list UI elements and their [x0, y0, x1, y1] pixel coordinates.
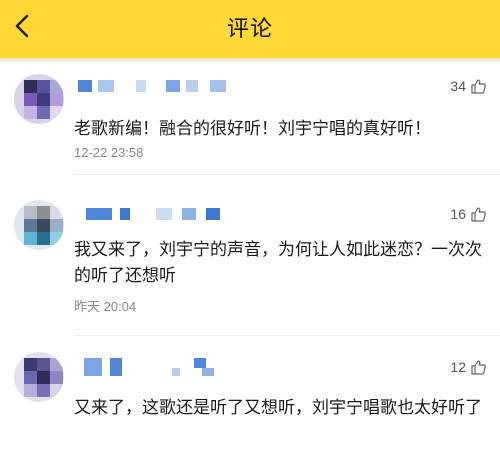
avatar[interactable] [14, 352, 64, 402]
comment-item: 34 老歌新编！融合的很好听！刘宇宁唱的真好听！ 12-22 23:58 [0, 64, 500, 175]
like-count: 16 [450, 206, 466, 222]
username-blurred[interactable] [84, 358, 224, 376]
like-area: 16 [450, 206, 486, 222]
avatar[interactable] [14, 74, 64, 124]
like-count: 34 [450, 78, 466, 94]
like-count: 12 [450, 359, 466, 375]
page-title: 评论 [226, 17, 273, 42]
comment-time: 昨天 20:04 [74, 299, 137, 314]
divider [74, 335, 500, 336]
comment-text: 又来了，这歌还是听了又想听，刘宇宁唱歌也太好听了 [74, 398, 482, 418]
username-blurred[interactable] [86, 208, 236, 220]
avatar[interactable] [14, 200, 64, 250]
thumbs-up-icon[interactable] [470, 359, 486, 375]
comment-text: 老歌新编！融合的很好听！刘宇宁唱的真好听！ [74, 119, 431, 139]
comment-item: 12 又来了，这歌还是听了又想听，刘宇宁唱歌也太好听了 [0, 337, 500, 452]
comment-item: 16 我又来了，刘宇宁的声音，为何让人如此迷恋？一次次的听了还想听 昨天 20:… [0, 175, 500, 336]
thumbs-up-icon[interactable] [470, 206, 486, 222]
comment-time: 12-22 23:58 [74, 145, 144, 160]
like-area: 34 [450, 78, 486, 94]
like-area: 12 [450, 359, 486, 375]
top-bar: 评论 [0, 0, 500, 58]
username-blurred[interactable] [78, 80, 228, 92]
thumbs-up-icon[interactable] [470, 78, 486, 94]
comment-text: 我又来了，刘宇宁的声音，为何让人如此迷恋？一次次的听了还想听 [74, 240, 482, 286]
